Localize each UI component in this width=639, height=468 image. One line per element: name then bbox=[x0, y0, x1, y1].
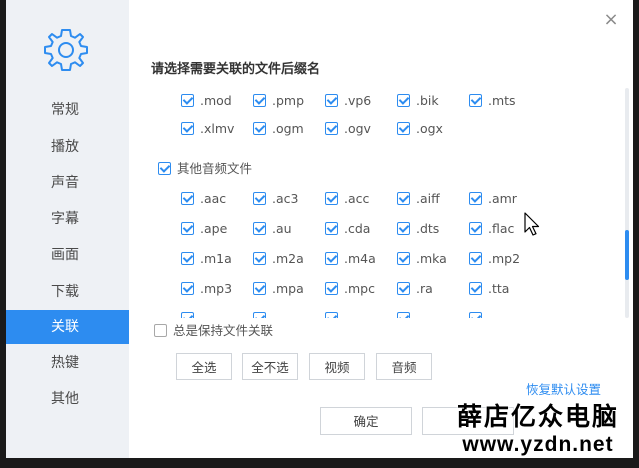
checkbox-box bbox=[325, 192, 338, 205]
checkbox-box bbox=[469, 222, 482, 235]
checkbox-box bbox=[253, 312, 266, 318]
settings-dialog: 常规 播放 声音 字幕 画面 下载 关联 热键 其他 × 请选择需要关联的文件后… bbox=[6, 0, 633, 458]
checkbox-box bbox=[253, 94, 266, 107]
checkbox-ext-mpc[interactable]: .mpc bbox=[325, 280, 375, 300]
checkbox-box bbox=[181, 94, 194, 107]
checkbox-box bbox=[181, 192, 194, 205]
checkbox-box bbox=[469, 312, 482, 318]
checkbox-ext-mpa[interactable]: .mpa bbox=[253, 280, 304, 300]
checkbox-box bbox=[325, 94, 338, 107]
checkbox-ext-ape[interactable]: .ape bbox=[181, 220, 227, 240]
checkbox-ext-partial[interactable] bbox=[469, 310, 488, 318]
ok-button[interactable]: 确定 bbox=[320, 407, 412, 435]
checkbox-ext-au[interactable]: .au bbox=[253, 220, 292, 240]
page-title: 请选择需要关联的文件后缀名 bbox=[151, 62, 321, 77]
checkbox-ext-aiff[interactable]: .aiff bbox=[397, 190, 440, 210]
sidebar-item-playback[interactable]: 播放 bbox=[6, 130, 129, 164]
checkbox-ext-ogv[interactable]: .ogv bbox=[325, 120, 371, 140]
checkbox-ext-amr[interactable]: .amr bbox=[469, 190, 517, 210]
checkbox-box bbox=[154, 324, 167, 337]
checkbox-ext-aac[interactable]: .aac bbox=[181, 190, 226, 210]
mouse-cursor-icon bbox=[524, 212, 540, 236]
checkbox-ext-dts[interactable]: .dts bbox=[397, 220, 439, 240]
checkbox-ext-mp3[interactable]: .mp3 bbox=[181, 280, 232, 300]
checkbox-ext-acc[interactable]: .acc bbox=[325, 190, 369, 210]
checkbox-ext-ra[interactable]: .ra bbox=[397, 280, 433, 300]
checkbox-ext-m2a[interactable]: .m2a bbox=[253, 250, 304, 270]
checkbox-box bbox=[325, 282, 338, 295]
checkbox-box bbox=[469, 282, 482, 295]
checkbox-box bbox=[325, 122, 338, 135]
sidebar-item-subtitle[interactable]: 字幕 bbox=[6, 202, 129, 236]
checkbox-ext-ogx[interactable]: .ogx bbox=[397, 120, 443, 140]
checkbox-box bbox=[325, 312, 338, 318]
checkbox-ext-mod[interactable]: .mod bbox=[181, 92, 232, 112]
checkbox-box bbox=[181, 222, 194, 235]
checkbox-ext-pmp[interactable]: .pmp bbox=[253, 92, 304, 112]
checkbox-box bbox=[469, 252, 482, 265]
checkbox-box bbox=[397, 94, 410, 107]
checkbox-box bbox=[253, 192, 266, 205]
checkbox-box bbox=[397, 122, 410, 135]
checkbox-box bbox=[181, 312, 194, 318]
select-none-button[interactable]: 全不选 bbox=[242, 353, 298, 380]
checkbox-box bbox=[397, 192, 410, 205]
scrollbar-track[interactable] bbox=[625, 88, 629, 318]
extension-list: .mod .pmp .vp6 .bik .mts .xlmv .ogm .ogv… bbox=[151, 86, 621, 318]
checkbox-box bbox=[397, 222, 410, 235]
checkbox-ext-ac3[interactable]: .ac3 bbox=[253, 190, 298, 210]
sidebar-item-picture[interactable]: 画面 bbox=[6, 238, 129, 272]
checkbox-ext-flac[interactable]: .flac bbox=[469, 220, 514, 240]
checkbox-ext-partial[interactable] bbox=[253, 310, 272, 318]
checkbox-ext-vp6[interactable]: .vp6 bbox=[325, 92, 371, 112]
checkbox-ext-mka[interactable]: .mka bbox=[397, 250, 447, 270]
checkbox-box bbox=[181, 282, 194, 295]
checkbox-box bbox=[253, 222, 266, 235]
watermark-title: 薛店亿众电脑 bbox=[456, 402, 619, 431]
checkbox-box bbox=[253, 122, 266, 135]
sidebar-item-other[interactable]: 其他 bbox=[6, 382, 129, 416]
select-all-button[interactable]: 全选 bbox=[176, 353, 232, 380]
checkbox-always-keep-association[interactable]: 总是保持文件关联 bbox=[154, 322, 273, 342]
restore-default-link[interactable]: 恢复默认设置 bbox=[526, 379, 601, 398]
checkbox-box bbox=[253, 252, 266, 265]
checkbox-box bbox=[325, 222, 338, 235]
sidebar-item-association[interactable]: 关联 bbox=[6, 310, 129, 344]
sidebar-item-general[interactable]: 常规 bbox=[6, 93, 129, 127]
checkbox-box bbox=[253, 282, 266, 295]
checkbox-box bbox=[469, 192, 482, 205]
checkbox-ext-mp2[interactable]: .mp2 bbox=[469, 250, 520, 270]
checkbox-ext-ogm[interactable]: .ogm bbox=[253, 120, 304, 140]
checkbox-ext-mts[interactable]: .mts bbox=[469, 92, 516, 112]
checkbox-box bbox=[469, 94, 482, 107]
sidebar-item-sound[interactable]: 声音 bbox=[6, 166, 129, 200]
checkbox-box bbox=[397, 312, 410, 318]
checkbox-ext-partial[interactable] bbox=[397, 310, 416, 318]
watermark-url: www.yzdn.net bbox=[462, 433, 614, 456]
checkbox-ext-tta[interactable]: .tta bbox=[469, 280, 509, 300]
sidebar: 常规 播放 声音 字幕 画面 下载 关联 热键 其他 bbox=[6, 0, 129, 458]
close-icon[interactable]: × bbox=[603, 11, 619, 29]
checkbox-box bbox=[397, 252, 410, 265]
gear-icon bbox=[44, 29, 88, 71]
watermark: 薛店亿众电脑 www.yzdn.net bbox=[440, 402, 636, 462]
checkbox-box bbox=[158, 162, 171, 175]
scrollbar-thumb[interactable] bbox=[625, 230, 629, 280]
checkbox-other-audio-files[interactable]: 其他音频文件 bbox=[158, 160, 252, 180]
checkbox-box bbox=[397, 282, 410, 295]
checkbox-ext-m1a[interactable]: .m1a bbox=[181, 250, 232, 270]
sidebar-item-download[interactable]: 下载 bbox=[6, 275, 129, 309]
sidebar-item-hotkeys[interactable]: 热键 bbox=[6, 346, 129, 380]
checkbox-ext-cda[interactable]: .cda bbox=[325, 220, 370, 240]
checkbox-box bbox=[181, 122, 194, 135]
checkbox-box bbox=[325, 252, 338, 265]
checkbox-ext-bik[interactable]: .bik bbox=[397, 92, 439, 112]
checkbox-ext-partial[interactable] bbox=[325, 310, 344, 318]
checkbox-ext-partial[interactable] bbox=[181, 310, 200, 318]
audio-button[interactable]: 音频 bbox=[376, 353, 432, 380]
checkbox-box bbox=[181, 252, 194, 265]
checkbox-ext-xlmv[interactable]: .xlmv bbox=[181, 120, 234, 140]
checkbox-ext-m4a[interactable]: .m4a bbox=[325, 250, 376, 270]
video-button[interactable]: 视频 bbox=[309, 353, 365, 380]
